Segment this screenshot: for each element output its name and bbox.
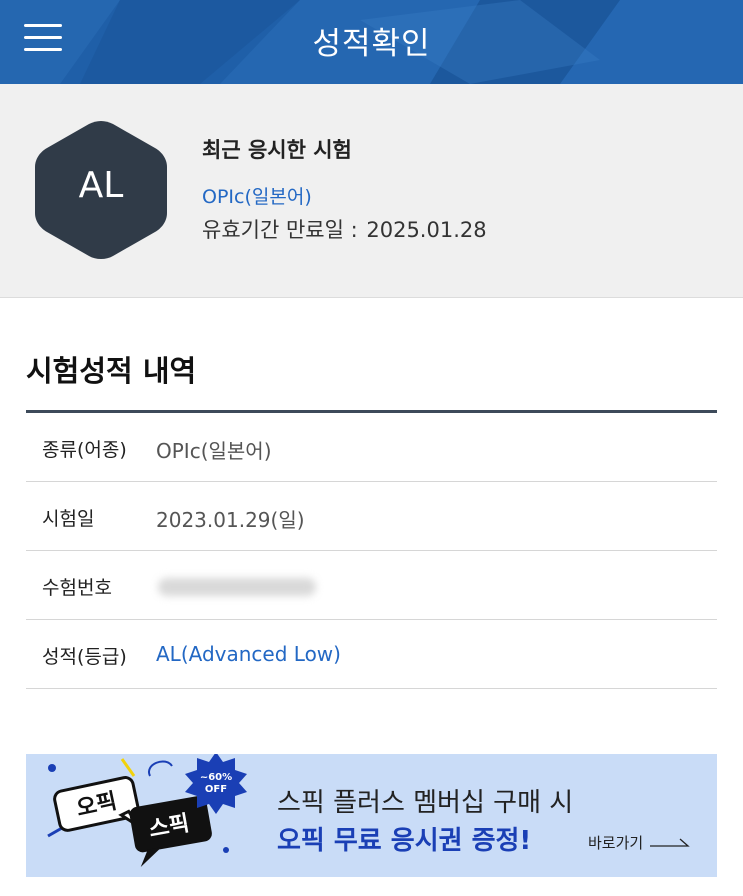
recent-exam-summary: AL 최근 응시한 시험 OPIc(일본어) 유효기간 만료일 : 2025.0… <box>0 84 743 298</box>
recent-exam-link[interactable]: OPIc(일본어) <box>202 182 312 209</box>
promo-banner[interactable]: 오픽 스픽 ~60% OFF 스픽 플러스 멤버십 구매 시 오픽 무료 응시권… <box>26 754 717 877</box>
promo-illustration: 오픽 스픽 ~60% OFF <box>47 754 247 868</box>
table-row: 성적(등급) AL(Advanced Low) <box>26 620 717 689</box>
arrow-right-icon <box>650 838 690 847</box>
go-link-label[interactable]: 바로가기 <box>588 832 643 853</box>
grade-badge: AL <box>33 117 169 263</box>
expiry-date: 2025.01.28 <box>366 218 487 242</box>
expiry-info: 유효기간 만료일 : 2025.01.28 <box>202 214 487 244</box>
discount-badge-top: ~60% <box>200 772 232 783</box>
discount-badge-bottom: OFF <box>205 784 227 795</box>
promo-line-1: 스픽 플러스 멤버십 구매 시 <box>277 788 574 818</box>
recent-exam-label: 최근 응시한 시험 <box>202 138 352 162</box>
row-label: 종류(어종) <box>42 439 127 461</box>
row-value: OPIc(일본어) <box>156 439 272 463</box>
app-header: 성적확인 <box>0 0 743 84</box>
row-label: 시험일 <box>42 508 95 530</box>
expiry-label: 유효기간 만료일 : <box>202 218 358 242</box>
promo-line-2: 오픽 무료 응시권 증정! <box>277 826 532 856</box>
table-row: 수험번호 <box>26 551 717 620</box>
table-row: 종류(어종) OPIc(일본어) <box>26 413 717 482</box>
row-value: AL(Advanced Low) <box>156 642 341 666</box>
row-label: 수험번호 <box>42 577 112 599</box>
score-details-table: 종류(어종) OPIc(일본어) 시험일 2023.01.29(일) 수험번호 … <box>26 410 717 689</box>
row-value: 2023.01.29(일) <box>156 508 305 532</box>
row-label: 성적(등급) <box>42 646 127 668</box>
table-row: 시험일 2023.01.29(일) <box>26 482 717 551</box>
redacted-registration-number <box>158 578 316 596</box>
section-title: 시험성적 내역 <box>26 354 197 388</box>
page-title: 성적확인 <box>312 26 431 62</box>
grade-badge-text: AL <box>78 165 124 206</box>
